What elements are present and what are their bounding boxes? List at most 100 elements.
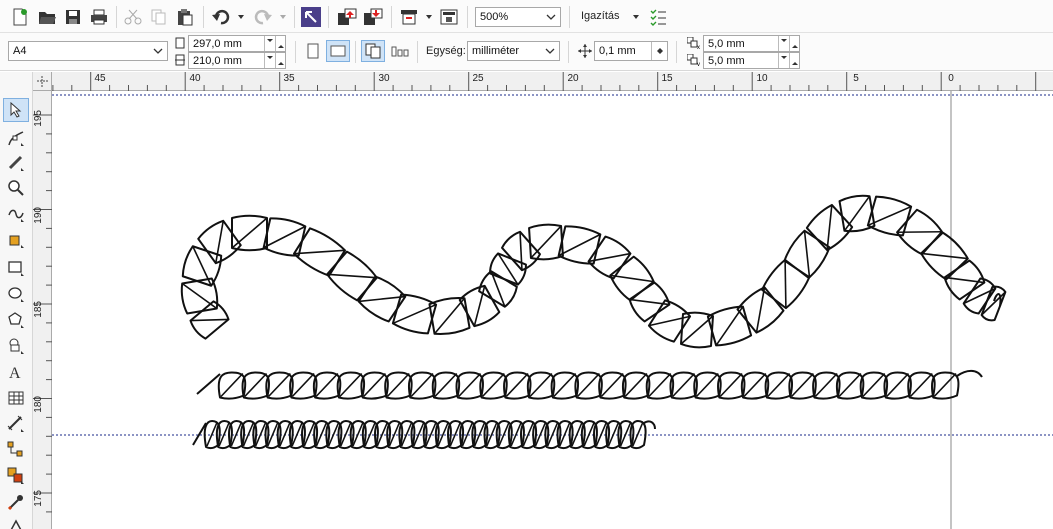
- unit-label: Egység:: [426, 45, 466, 57]
- straight-rope-shape[interactable]: [196, 369, 983, 400]
- duplicate-x-value: 5,0 mm: [708, 37, 745, 50]
- print-icon[interactable]: [89, 7, 109, 27]
- current-page-icon[interactable]: [389, 40, 411, 62]
- smart-fill-tool-icon[interactable]: [3, 228, 29, 252]
- nudge-value: 0,1 mm: [599, 45, 636, 57]
- redo-dropdown-icon[interactable]: [280, 15, 286, 19]
- align-dropdown-icon[interactable]: [633, 15, 639, 19]
- chevron-down-icon[interactable]: [542, 8, 560, 26]
- svg-text:y: y: [697, 62, 700, 66]
- open-folder-icon[interactable]: [37, 7, 57, 27]
- v-ruler-label: 190: [33, 207, 44, 224]
- page-size-value: A4: [13, 45, 27, 57]
- new-document-icon[interactable]: [10, 7, 30, 27]
- chevron-down-icon[interactable]: [149, 42, 167, 60]
- pick-tool-icon[interactable]: [3, 98, 29, 122]
- ellipse-tool-icon[interactable]: [3, 282, 29, 306]
- align-label[interactable]: Igazítás: [581, 10, 620, 22]
- drawing-area[interactable]: [52, 91, 1053, 529]
- all-pages-icon[interactable]: [361, 40, 385, 62]
- page-width-field[interactable]: 297,0 mm: [188, 35, 286, 52]
- corel-window: 500% Igazítás A4 297,0 mm 210,0 mm Egysé…: [0, 0, 1053, 529]
- ruler-origin[interactable]: [33, 72, 52, 91]
- v-ruler-label: 175: [33, 490, 44, 507]
- unit-value: milliméter: [472, 45, 520, 57]
- text-tool-icon[interactable]: A: [3, 360, 29, 384]
- h-ruler-label: 30: [378, 73, 390, 84]
- duplicate-y-up[interactable]: [789, 53, 799, 68]
- portrait-icon[interactable]: [303, 40, 323, 62]
- unit-combo[interactable]: milliméter: [467, 41, 560, 61]
- zoom-tool-icon[interactable]: [3, 176, 29, 200]
- publish-pdf-icon[interactable]: [398, 7, 420, 27]
- dimension-tool-icon[interactable]: [3, 412, 29, 436]
- basic-shapes-tool-icon[interactable]: [3, 334, 29, 358]
- duplicate-y-value: 5,0 mm: [708, 54, 745, 67]
- copy-icon[interactable]: [149, 7, 169, 27]
- svg-text:x: x: [697, 45, 700, 49]
- nudge-distance-icon: [577, 43, 593, 59]
- duplicate-x-icon: x: [686, 36, 702, 50]
- vertical-ruler[interactable]: 195 190 185 180 175: [33, 91, 52, 529]
- h-ruler-label: 40: [189, 73, 201, 84]
- h-ruler-label: 5: [853, 73, 859, 84]
- horizontal-ruler[interactable]: 45 40 35 30 25 20 15 10 5 0: [52, 72, 1053, 91]
- crop-tool-icon[interactable]: [3, 151, 29, 175]
- save-icon[interactable]: [63, 7, 83, 27]
- page-width-value: 297,0 mm: [193, 37, 242, 50]
- standard-toolbar: 500% Igazítás: [0, 0, 1053, 33]
- property-bar: A4 297,0 mm 210,0 mm Egység: milliméter …: [0, 33, 1053, 71]
- polygon-tool-icon[interactable]: [3, 308, 29, 332]
- page-size-combo[interactable]: A4: [8, 41, 168, 61]
- nudge-spin[interactable]: [651, 42, 667, 60]
- options-checklist-icon[interactable]: [648, 7, 668, 27]
- page-height-field[interactable]: 210,0 mm: [188, 52, 286, 69]
- page-height-up[interactable]: [275, 53, 285, 68]
- search-content-icon[interactable]: [301, 7, 321, 27]
- h-ruler-label: 45: [94, 73, 106, 84]
- svg-text:A: A: [9, 365, 21, 381]
- h-ruler-label: 10: [756, 73, 768, 84]
- shape-tool-icon[interactable]: [3, 126, 29, 150]
- page-width-up[interactable]: [275, 36, 285, 51]
- undo-icon[interactable]: [210, 7, 232, 27]
- page-width-icon: [174, 36, 186, 50]
- duplicate-y-icon: y: [686, 53, 702, 67]
- freehand-tool-icon[interactable]: [3, 202, 29, 226]
- v-ruler-label: 180: [33, 396, 44, 413]
- blend-tool-icon[interactable]: [3, 464, 29, 488]
- import-icon[interactable]: [336, 7, 358, 27]
- duplicate-y-field[interactable]: 5,0 mm: [703, 52, 800, 69]
- paste-icon[interactable]: [175, 7, 195, 27]
- drawing-canvas[interactable]: [52, 91, 1053, 529]
- page-width-down[interactable]: [264, 36, 274, 51]
- page-height-down[interactable]: [264, 53, 274, 68]
- redo-icon[interactable]: [252, 7, 274, 27]
- duplicate-x-up[interactable]: [789, 36, 799, 51]
- h-ruler-label: 20: [567, 73, 579, 84]
- h-ruler-label: 15: [661, 73, 673, 84]
- h-ruler-label: 35: [283, 73, 295, 84]
- table-tool-icon[interactable]: [3, 386, 29, 410]
- chevron-down-icon[interactable]: [541, 42, 559, 60]
- interactive-fill-tool-icon[interactable]: [3, 514, 29, 529]
- v-ruler-label: 195: [33, 110, 44, 127]
- nudge-field[interactable]: 0,1 mm: [594, 41, 668, 61]
- zoom-level-combo[interactable]: 500%: [475, 7, 561, 27]
- publish-dropdown-icon[interactable]: [426, 15, 432, 19]
- duplicate-x-field[interactable]: 5,0 mm: [703, 35, 800, 52]
- duplicate-x-down[interactable]: [778, 36, 788, 51]
- wavy-rope-shape[interactable]: [180, 194, 1007, 349]
- export-icon[interactable]: [362, 7, 384, 27]
- full-screen-preview-icon[interactable]: [438, 7, 460, 27]
- undo-dropdown-icon[interactable]: [238, 15, 244, 19]
- landscape-icon[interactable]: [326, 40, 350, 62]
- rectangle-tool-icon[interactable]: [3, 256, 29, 280]
- eyedropper-tool-icon[interactable]: [3, 490, 29, 514]
- cut-icon[interactable]: [123, 7, 143, 27]
- h-ruler-label: 0: [948, 73, 954, 84]
- v-ruler-label: 185: [33, 301, 44, 318]
- duplicate-y-down[interactable]: [778, 53, 788, 68]
- connector-tool-icon[interactable]: [3, 438, 29, 462]
- page-height-icon: [174, 53, 186, 67]
